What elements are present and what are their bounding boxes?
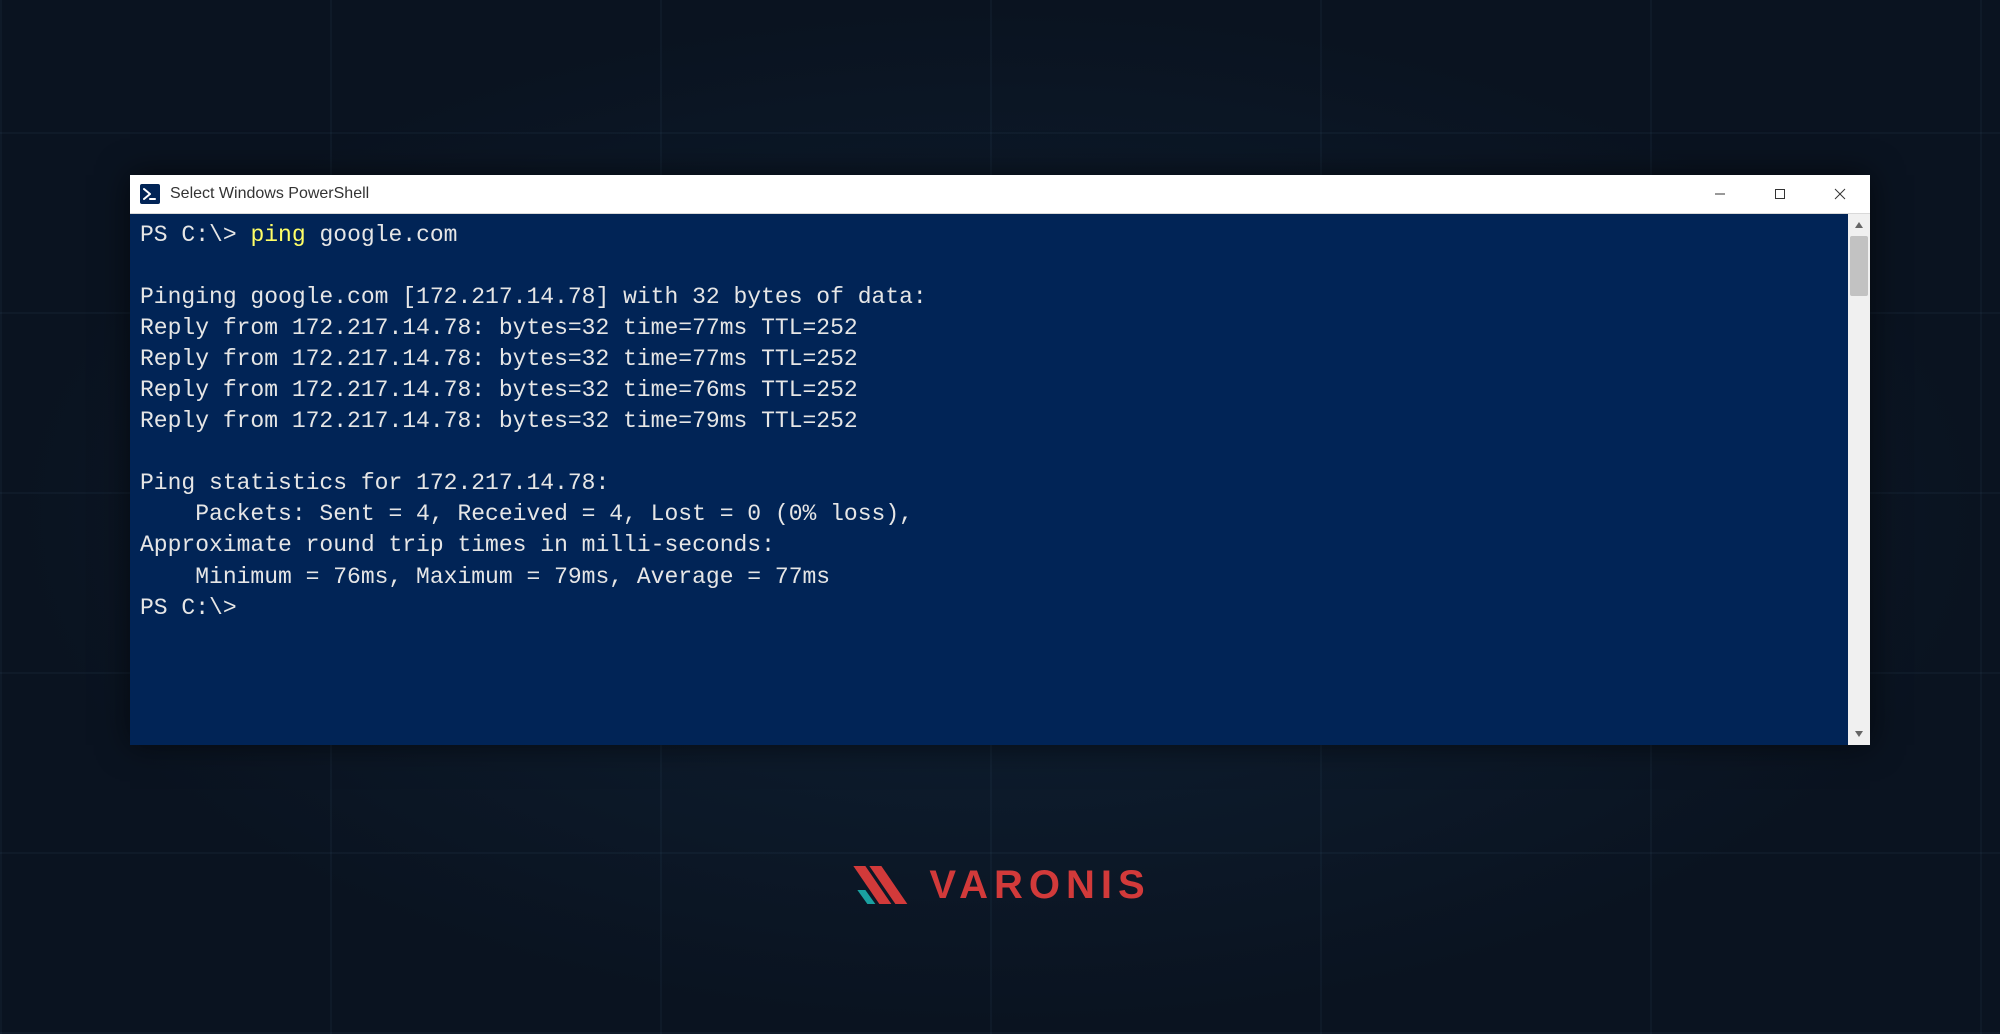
scroll-thumb[interactable]	[1850, 236, 1868, 296]
scroll-down-arrow-icon[interactable]	[1848, 723, 1870, 745]
ping-reply-0: Reply from 172.217.14.78: bytes=32 time=…	[140, 315, 858, 341]
ping-reply-1: Reply from 172.217.14.78: bytes=32 time=…	[140, 346, 858, 372]
powershell-window: Select Windows PowerShell PS C:\> ping g…	[130, 175, 1870, 745]
prompt-prefix: PS C:\>	[140, 222, 237, 248]
stats-packets: Packets: Sent = 4, Received = 4, Lost = …	[140, 501, 913, 527]
cmd-highlight: ping	[250, 222, 305, 248]
terminal-wrap: PS C:\> ping google.com Pinging google.c…	[130, 214, 1870, 745]
minimize-icon	[1714, 188, 1726, 200]
scroll-up-arrow-icon[interactable]	[1848, 214, 1870, 236]
rtt-line: Minimum = 76ms, Maximum = 79ms, Average …	[140, 564, 830, 590]
vertical-scrollbar[interactable]	[1848, 214, 1870, 745]
close-icon	[1834, 188, 1846, 200]
cmd-rest: google.com	[306, 222, 458, 248]
terminal-output[interactable]: PS C:\> ping google.com Pinging google.c…	[130, 214, 1848, 745]
stats-header: Ping statistics for 172.217.14.78:	[140, 470, 609, 496]
window-title: Select Windows PowerShell	[170, 185, 369, 203]
minimize-button[interactable]	[1690, 175, 1750, 213]
maximize-icon	[1774, 188, 1786, 200]
final-prompt: PS C:\>	[140, 595, 237, 621]
varonis-mark-icon	[849, 860, 919, 910]
varonis-logo: VARONIS	[849, 860, 1150, 910]
close-button[interactable]	[1810, 175, 1870, 213]
window-titlebar[interactable]: Select Windows PowerShell	[130, 175, 1870, 214]
powershell-icon	[140, 184, 160, 204]
ping-header: Pinging google.com [172.217.14.78] with …	[140, 284, 927, 310]
rtt-header: Approximate round trip times in milli-se…	[140, 532, 775, 558]
ping-reply-2: Reply from 172.217.14.78: bytes=32 time=…	[140, 377, 858, 403]
ping-reply-3: Reply from 172.217.14.78: bytes=32 time=…	[140, 408, 858, 434]
window-controls	[1690, 175, 1870, 213]
varonis-wordmark: VARONIS	[929, 863, 1150, 908]
scroll-track[interactable]	[1848, 236, 1870, 723]
maximize-button[interactable]	[1750, 175, 1810, 213]
